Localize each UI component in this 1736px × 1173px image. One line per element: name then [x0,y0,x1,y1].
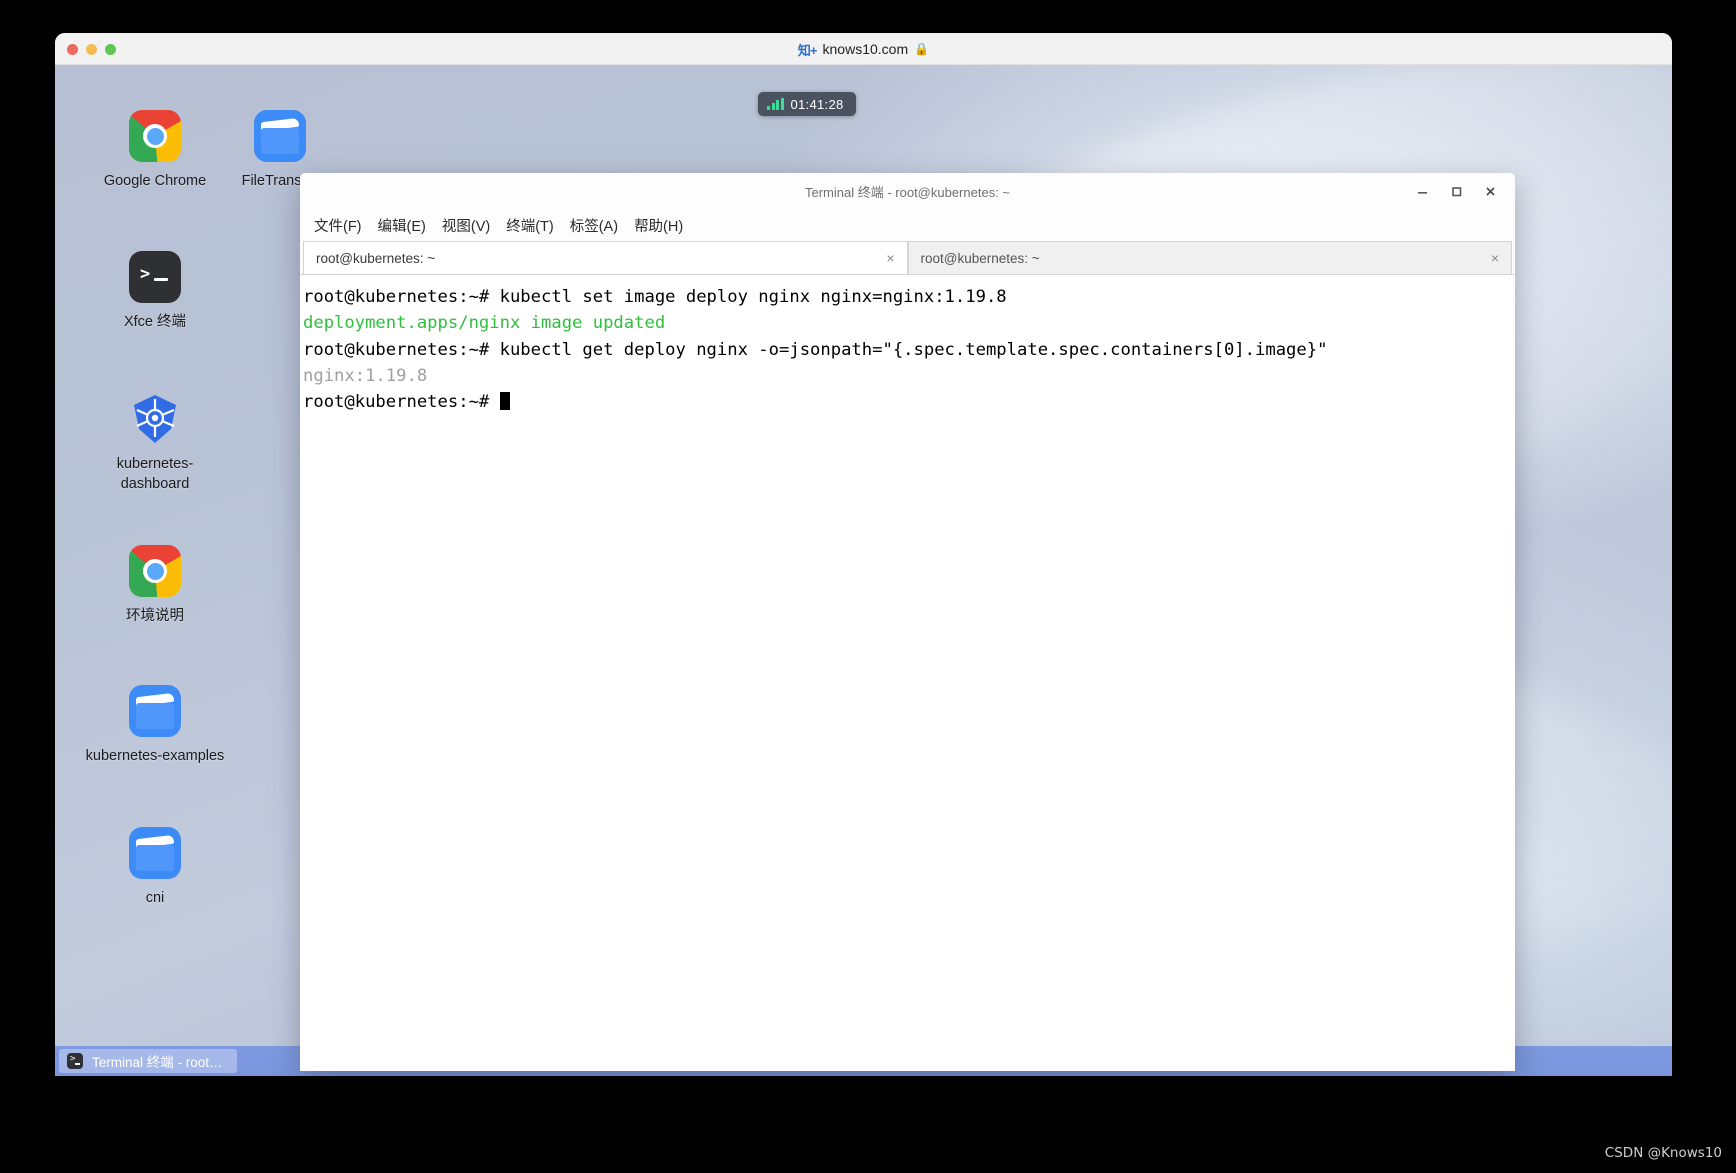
terminal-icon [67,1053,83,1069]
terminal-window-title: Terminal 终端 - root@kubernetes: ~ [804,184,1011,200]
watermark: CSDN @Knows10 [1604,1145,1722,1161]
chrome-icon [129,545,181,597]
terminal-output[interactable]: root@kubernetes:~# kubectl set image dep… [300,275,1515,1071]
terminal-prompt-line: root@kubernetes:~# [303,389,1515,415]
folder-icon [129,685,181,737]
minimize-icon[interactable] [1405,176,1439,206]
menu-item-edit[interactable]: 编辑(E) [378,215,426,236]
desktop-icon-label: Xfce 终端 [123,314,187,330]
kubernetes-icon [129,393,181,445]
terminal-line: deployment.apps/nginx image updated [303,313,666,334]
terminal-line: nginx:1.19.8 [303,365,428,386]
taskbar-item-terminal[interactable]: Terminal 终端 - root… [59,1049,237,1073]
desktop-icon-label: cni [145,890,165,906]
terminal-title-bar[interactable]: Terminal 终端 - root@kubernetes: ~ [300,173,1515,209]
terminal-line: root@kubernetes:~# kubectl get deploy ng… [303,339,1328,360]
terminal-menu-bar: 文件(F) 编辑(E) 视图(V) 终端(T) 标签(A) 帮助(H) [300,209,1515,241]
desktop-icon-label: kubernetes-dashboard [116,456,194,493]
desktop-icon-kubernetes-examples[interactable]: kubernetes-examples [80,685,230,766]
terminal-icon: > [129,251,181,303]
maximize-icon[interactable] [1439,176,1473,206]
desktop-icon-environment-info[interactable]: 环境说明 [80,545,230,626]
address-bar[interactable]: 知+ knows10.com 🔒 [55,33,1672,65]
menu-item-file[interactable]: 文件(F) [314,215,362,236]
browser-title-bar: 知+ knows10.com 🔒 [55,33,1672,65]
screenshot-root: 知+ knows10.com 🔒 01:41:28 Google Chrome [0,0,1736,1173]
desktop-icon-label: 环境说明 [126,608,184,624]
menu-item-view[interactable]: 视图(V) [442,215,490,236]
menu-item-terminal[interactable]: 终端(T) [506,215,554,236]
terminal-prompt-text: root@kubernetes:~# [303,392,500,413]
signal-bars-icon [767,98,784,110]
terminal-line: root@kubernetes:~# kubectl set image dep… [303,287,1007,307]
terminal-window: Terminal 终端 - root@kubernetes: ~ 文件(F) 编… [300,173,1515,1071]
desktop-icon-xfce-terminal[interactable]: > Xfce 终端 [80,251,230,332]
menu-item-help[interactable]: 帮助(H) [634,215,683,236]
close-icon[interactable] [1473,176,1507,206]
close-tab-icon[interactable]: × [1491,251,1499,265]
browser-window: 知+ knows10.com 🔒 01:41:28 Google Chrome [55,33,1672,1076]
terminal-tab-bar: root@kubernetes: ~ × root@kubernetes: ~ … [300,241,1515,275]
url-text: knows10.com [822,41,909,57]
terminal-cursor [499,392,510,411]
terminal-tab-label: root@kubernetes: ~ [316,250,436,266]
desktop-icon-kubernetes-dashboard[interactable]: kubernetes-dashboard [80,393,230,495]
terminal-window-controls [1405,173,1507,209]
lock-icon: 🔒 [914,42,930,56]
terminal-tab-1[interactable]: root@kubernetes: ~ × [303,241,908,274]
close-tab-icon[interactable]: × [886,251,894,265]
desktop-icon-label: Google Chrome [103,173,207,189]
folder-icon [254,110,306,162]
session-timer-badge: 01:41:28 [758,92,856,116]
terminal-tab-2[interactable]: root@kubernetes: ~ × [907,241,1512,274]
desktop: 01:41:28 Google Chrome FileTransfer > Xf… [55,65,1672,1076]
folder-icon [129,827,181,879]
desktop-icon-label: kubernetes-examples [85,748,225,764]
taskbar-item-label: Terminal 终端 - root… [92,1055,223,1070]
chrome-icon [129,110,181,162]
terminal-tab-label: root@kubernetes: ~ [920,250,1040,266]
session-timer-text: 01:41:28 [790,96,844,112]
desktop-icon-cni[interactable]: cni [80,827,230,908]
menu-item-tabs[interactable]: 标签(A) [570,215,618,236]
site-badge-icon: 知+ [797,42,818,58]
